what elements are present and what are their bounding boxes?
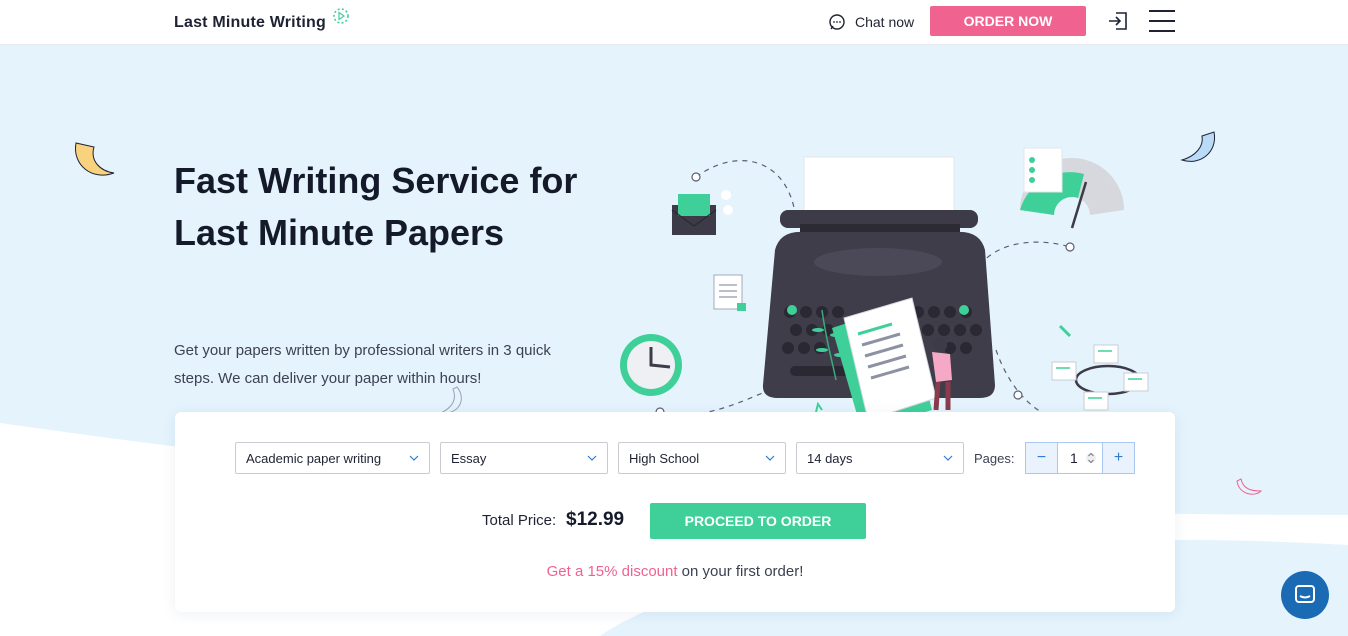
login-icon[interactable] (1106, 9, 1130, 33)
academic-level-select[interactable]: High School (618, 442, 786, 474)
chevron-down-icon (943, 455, 953, 461)
chevron-down-icon (587, 455, 597, 461)
hero-headline: Fast Writing Service for Last Minute Pap… (174, 160, 578, 253)
service-select-value: Academic paper writing (246, 450, 382, 466)
discount-text: on your first order! (677, 563, 804, 580)
discount-promo: Get a 15% discount on your first order! (175, 563, 1175, 580)
hamburger-menu-icon[interactable] (1149, 10, 1175, 32)
total-price-label: Total Price: (482, 512, 557, 529)
deadline-select[interactable]: 14 days (796, 442, 964, 474)
chat-now-link[interactable]: Chat now (828, 12, 914, 32)
chevron-down-icon (409, 455, 419, 461)
decorative-crescent-icon (1236, 478, 1263, 495)
spin-arrows-icon[interactable] (1086, 448, 1096, 468)
pages-input[interactable]: 1 (1057, 443, 1103, 473)
pages-decrement-button[interactable]: − (1026, 443, 1057, 473)
order-calculator-card: Academic paper writing Essay High School… (175, 412, 1175, 612)
total-price-value: $12.99 (566, 509, 625, 530)
typewriter-illustration (620, 147, 1149, 432)
proceed-to-order-button[interactable]: PROCEED TO ORDER (650, 503, 866, 539)
chat-bubble-icon (829, 14, 845, 30)
academic-level-select-value: High School (629, 450, 700, 466)
spinner-logo-icon (333, 8, 349, 24)
chat-now-label: Chat now (855, 14, 915, 30)
pages-value: 1 (1070, 450, 1078, 466)
chevron-down-icon (765, 455, 775, 461)
decorative-crescent-icon (1180, 131, 1216, 162)
paper-type-select-value: Essay (451, 450, 487, 466)
decorative-crescent-icon (75, 142, 115, 176)
site-header: Last Minute Writing Chat now ORDER NOW (0, 0, 1348, 45)
pages-stepper: − 1 + (1025, 442, 1135, 474)
order-now-button[interactable]: ORDER NOW (930, 6, 1086, 36)
paper-type-select[interactable]: Essay (440, 442, 608, 474)
service-select[interactable]: Academic paper writing (235, 442, 430, 474)
chat-widget-icon (1295, 585, 1315, 603)
live-chat-widget[interactable] (1281, 571, 1329, 619)
hero-subtitle: Get your papers written by professional … (174, 342, 551, 387)
pages-label: Pages: (974, 451, 1015, 466)
discount-link[interactable]: Get a 15% discount (547, 563, 678, 580)
deadline-select-value: 14 days (807, 450, 853, 466)
site-logo[interactable]: Last Minute Writing (174, 14, 326, 32)
pages-increment-button[interactable]: + (1103, 443, 1134, 473)
